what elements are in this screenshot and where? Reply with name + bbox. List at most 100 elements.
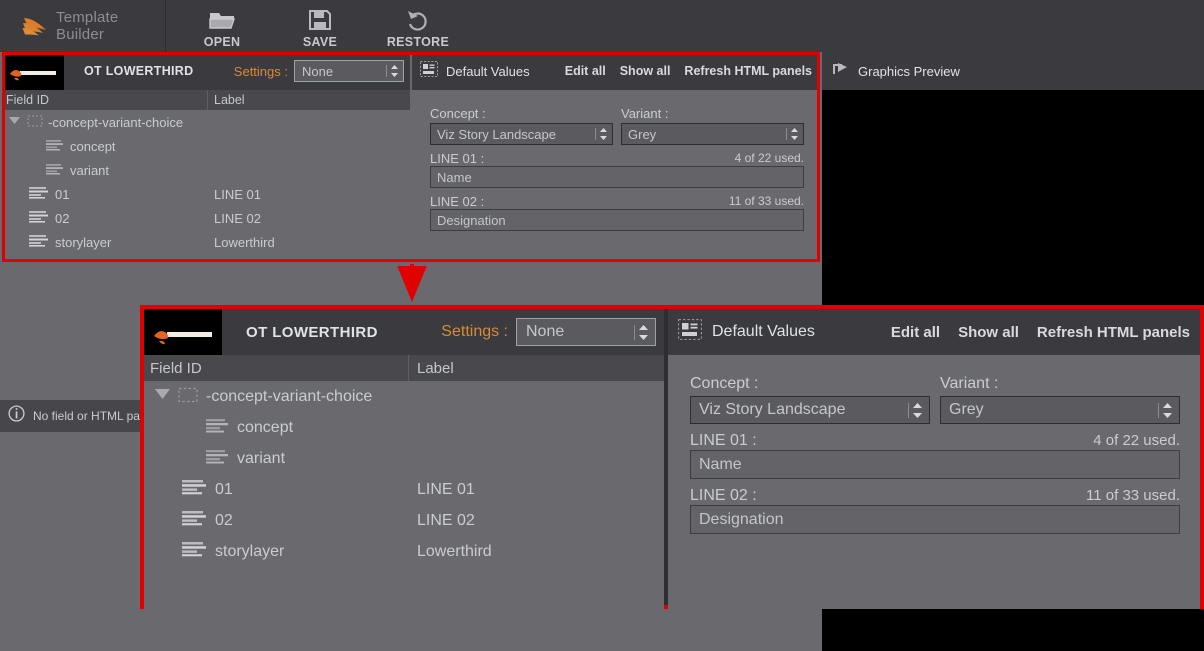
line01-field-label: LINE 01 : [430, 151, 485, 166]
table-row[interactable]: -concept-variant-choice [2, 110, 410, 134]
table-row[interactable]: 01 LINE 01 [144, 474, 664, 505]
default-values-panel: Default Values Edit all Show all Refresh… [412, 52, 820, 262]
open-button-label: OPEN [203, 35, 241, 49]
variant-select-value: Grey [949, 401, 984, 418]
table-row[interactable]: 01 LINE 01 [2, 182, 410, 206]
toolbar-buttons: OPEN SAVE RESTORE [166, 0, 452, 52]
text-lines-icon [46, 163, 64, 178]
edit-all-link[interactable]: Edit all [891, 324, 940, 341]
show-all-link[interactable]: Show all [620, 64, 671, 78]
magnified-default-values-panel: Default Values Edit all Show all Refresh… [664, 309, 1200, 609]
field-label-text: Lowerthird [214, 234, 275, 250]
status-message: No field or HTML panel [33, 409, 156, 423]
text-lines-icon [206, 449, 229, 469]
magnified-template-panel: OT LOWERTHIRD Settings : None Field ID L… [144, 309, 664, 609]
table-row[interactable]: storylayer Lowerthird [2, 230, 410, 254]
variant-select-value: Grey [628, 126, 657, 142]
line02-input-value: Designation [699, 510, 784, 528]
template-field-list: -concept-variant-choice concept variant … [2, 110, 410, 262]
template-thumbnail-icon [144, 309, 222, 355]
field-id-text: -concept-variant-choice [206, 387, 373, 405]
table-row[interactable]: -concept-variant-choice [144, 381, 664, 412]
variant-field-label: Variant : [940, 375, 999, 392]
table-row[interactable]: variant [2, 158, 410, 182]
table-row[interactable]: 02 LINE 02 [144, 505, 664, 536]
table-row[interactable]: 02 LINE 02 [2, 206, 410, 230]
graphics-preview-title: Graphics Preview [858, 63, 960, 79]
floppy-disk-icon [308, 9, 332, 35]
field-label-text: Lowerthird [417, 542, 492, 560]
table-row[interactable]: variant [144, 443, 664, 474]
line02-field-label: LINE 02 : [430, 194, 485, 209]
column-header-label: Label [214, 93, 245, 107]
field-id-text: storylayer [215, 542, 285, 560]
line01-input[interactable]: Name [430, 166, 804, 188]
refresh-html-panels-link[interactable]: Refresh HTML panels [684, 64, 812, 78]
field-id-text: concept [237, 418, 294, 436]
line01-input-value: Name [437, 169, 472, 185]
text-lines-icon [29, 210, 49, 226]
save-button[interactable]: SAVE [286, 2, 354, 52]
open-button[interactable]: OPEN [188, 2, 256, 52]
concept-select-value: Viz Story Landscape [699, 401, 846, 418]
field-id-text: variant [70, 162, 110, 178]
line02-input-value: Designation [437, 212, 506, 228]
template-panel-header: OT LOWERTHIRD Settings : None [2, 52, 410, 90]
magnified-default-values-header: Default Values Edit all Show all Refresh… [668, 309, 1200, 355]
folder-open-icon [208, 9, 236, 35]
line01-input[interactable]: Name [690, 450, 1180, 479]
field-id-text: 01 [55, 186, 70, 202]
triangle-down-icon[interactable] [8, 114, 21, 130]
show-all-link[interactable]: Show all [958, 324, 1019, 341]
graphics-preview-header: Graphics Preview [822, 52, 1204, 90]
column-header-label: Label [417, 359, 454, 377]
field-label-text: LINE 01 [214, 186, 261, 202]
table-row[interactable]: storylayer Lowerthird [144, 536, 664, 567]
chevron-updown-icon [595, 127, 608, 141]
default-values-header: Default Values Edit all Show all Refresh… [412, 52, 820, 90]
concept-select[interactable]: Viz Story Landscape [690, 396, 930, 424]
text-lines-icon [206, 418, 229, 438]
text-lines-icon [46, 139, 64, 154]
line02-input[interactable]: Designation [690, 505, 1180, 534]
default-values-title: Default Values [446, 63, 530, 79]
line02-counter: 11 of 33 used. [728, 194, 804, 208]
restore-button-label: RESTORE [386, 35, 450, 49]
edit-all-link[interactable]: Edit all [565, 64, 606, 78]
line02-input[interactable]: Designation [430, 209, 804, 231]
refresh-html-panels-link[interactable]: Refresh HTML panels [1037, 324, 1190, 341]
field-id-text: variant [237, 449, 286, 467]
settings-select[interactable]: None [294, 60, 404, 82]
field-label-text: LINE 02 [214, 210, 261, 226]
magnified-settings-select[interactable]: None [516, 318, 656, 346]
template-title: OT LOWERTHIRD [84, 64, 194, 78]
viz-feather-logo-icon [22, 14, 48, 38]
field-id-text: 02 [55, 210, 70, 226]
line02-field-label: LINE 02 : [690, 487, 757, 504]
line02-counter: 11 of 33 used. [1086, 487, 1180, 504]
triangle-down-icon[interactable] [154, 386, 171, 407]
table-row[interactable]: concept [2, 134, 410, 158]
column-header-field-id: Field ID [2, 90, 208, 110]
field-id-text: concept [70, 138, 116, 154]
concept-field-label: Concept : [690, 375, 759, 392]
field-id-text: 02 [215, 511, 233, 529]
variant-select[interactable]: Grey [621, 123, 804, 145]
chevron-updown-icon [386, 64, 399, 78]
magnified-default-values-title: Default Values [712, 323, 815, 340]
concept-select-value: Viz Story Landscape [437, 126, 556, 142]
field-label-text: LINE 02 [417, 511, 475, 529]
magnified-template-header: OT LOWERTHIRD Settings : None [144, 309, 664, 355]
chevron-updown-icon [786, 127, 799, 141]
concept-select[interactable]: Viz Story Landscape [430, 123, 613, 145]
table-row[interactable]: concept [144, 412, 664, 443]
chevron-updown-icon [908, 402, 923, 419]
magnified-template-title: OT LOWERTHIRD [246, 323, 378, 341]
settings-select-value: None [302, 63, 334, 79]
variant-select[interactable]: Grey [940, 396, 1180, 424]
restore-button[interactable]: RESTORE [384, 2, 452, 52]
variant-field-label: Variant : [621, 106, 669, 121]
magnified-panel-overlay: OT LOWERTHIRD Settings : None Field ID L… [140, 305, 1204, 609]
main-toolbar: Template Builder OPEN SAVE RESTORE [0, 0, 1204, 52]
field-id-text: storylayer [55, 234, 112, 250]
